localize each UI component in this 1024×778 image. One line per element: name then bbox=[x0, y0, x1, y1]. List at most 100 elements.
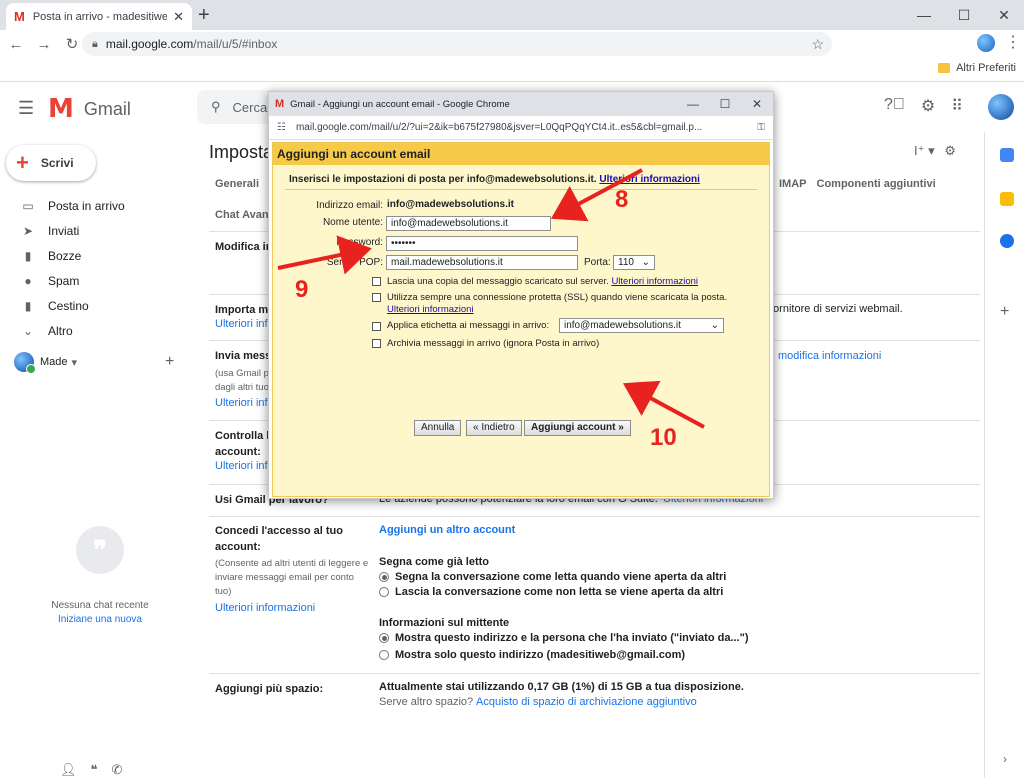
buy-storage-link[interactable]: Acquisto di spazio di archiviazione aggi… bbox=[476, 696, 697, 708]
radio-label: Mostra solo questo indirizzo (madesitiwe… bbox=[395, 649, 686, 661]
close-tab-icon[interactable]: ✕ bbox=[173, 9, 184, 25]
search-placeholder: Cerca bbox=[232, 99, 268, 115]
back-icon[interactable]: ← bbox=[4, 36, 28, 53]
compose-button[interactable]: + Scrivi bbox=[6, 145, 96, 181]
mark-read-option-1[interactable]: Segna la conversazione come letta quando… bbox=[379, 571, 726, 583]
new-tab-button[interactable]: + bbox=[198, 4, 210, 27]
sidebar-item-drafts[interactable]: ▮ Bozze bbox=[20, 249, 82, 263]
import-right-text: fornitore di servizi webmail. bbox=[770, 303, 903, 315]
phone-icon[interactable]: ✆ bbox=[112, 762, 123, 778]
account-avatar[interactable] bbox=[988, 94, 1014, 120]
address-bar[interactable]: 🔒︎ mail.google.com /mail/u/5/#inbox ☆ bbox=[82, 32, 832, 56]
bookmark-folder-label: Altri Preferiti bbox=[956, 62, 1016, 74]
tab-imap[interactable]: IMAP bbox=[779, 178, 807, 190]
contacts-icon[interactable]: 👤︎ bbox=[60, 762, 77, 778]
main-menu-icon[interactable]: ☰ bbox=[18, 98, 34, 119]
popup-intro-link[interactable]: Ulteriori informazioni bbox=[599, 174, 700, 185]
popup-url-bar[interactable]: ☷ mail.google.com/mail/u/2/?ui=2&ik=b675… bbox=[269, 116, 773, 140]
cancel-button[interactable]: Annulla bbox=[414, 420, 462, 436]
radio-label: Segna la conversazione come letta quando… bbox=[395, 571, 727, 583]
tab-addons[interactable]: Componenti aggiuntivi bbox=[817, 178, 936, 190]
edit-info-link[interactable]: modifica informazioni bbox=[778, 350, 881, 362]
minimize-button[interactable]: — bbox=[904, 0, 944, 30]
back-button[interactable]: « Indietro bbox=[466, 420, 522, 436]
email-value: info@madewebsolutions.it bbox=[387, 199, 514, 210]
ssl-option[interactable]: Utilizza sempre una connessione protetta… bbox=[372, 292, 762, 316]
apply-label-text: Applica etichetta ai messaggi in arrivo: bbox=[387, 320, 550, 331]
profile-avatar[interactable] bbox=[977, 34, 995, 52]
apps-grid-icon[interactable]: ⠿ bbox=[951, 96, 963, 116]
tab-general[interactable]: Generali bbox=[215, 178, 259, 190]
sidebar-item-spam[interactable]: ● Spam bbox=[20, 274, 79, 288]
popup-url: mail.google.com/mail/u/2/?ui=2&ik=b675f2… bbox=[295, 122, 703, 133]
search-input[interactable]: ⚲ Cerca bbox=[197, 90, 277, 124]
sidebar-item-trash[interactable]: ▮ Cestino bbox=[20, 299, 89, 313]
compose-plus-icon: + bbox=[16, 150, 29, 175]
gmail-m-icon: M bbox=[48, 94, 74, 124]
gmail-favicon-icon: M bbox=[275, 98, 285, 110]
leave-copy-option[interactable]: Lascia una copia del messaggio scaricato… bbox=[372, 276, 762, 288]
checkbox-icon[interactable] bbox=[372, 339, 381, 348]
hangouts-icon[interactable]: ❝ bbox=[91, 762, 98, 778]
browser-tab[interactable]: M Posta in arrivo - madesitiweb@gmail.co… bbox=[6, 3, 192, 30]
password-label: Password: bbox=[336, 237, 383, 248]
step-10-number: 10 bbox=[650, 424, 677, 451]
start-chat-link[interactable]: Iniziane una nuova bbox=[0, 614, 200, 625]
calendar-icon[interactable] bbox=[1000, 148, 1014, 162]
settings-tools: I⁺ ▾ ⚙ bbox=[914, 143, 956, 159]
mark-read-option-2[interactable]: Lascia la conversazione come non letta s… bbox=[379, 586, 723, 598]
reload-icon[interactable]: ↻ bbox=[60, 35, 84, 53]
check-mail-label2: account: bbox=[215, 446, 261, 458]
chevron-right-icon[interactable]: › bbox=[1003, 752, 1007, 766]
site-settings-icon[interactable]: ☷ bbox=[277, 122, 286, 133]
password-field[interactable]: ••••••• bbox=[386, 236, 578, 251]
popup-minimize-button[interactable]: — bbox=[677, 92, 709, 116]
sender-option-1[interactable]: Mostra questo indirizzo e la persona che… bbox=[379, 632, 749, 644]
gmail-favicon-icon: M bbox=[14, 9, 25, 24]
leave-copy-info-link[interactable]: Ulteriori informazioni bbox=[611, 276, 698, 287]
header-icons: ?⃝ ⚙ ⠿ bbox=[884, 96, 963, 116]
storage-question: Serve altro spazio? bbox=[379, 696, 474, 708]
sidebar-item-more[interactable]: ⌄ Altro bbox=[20, 324, 73, 338]
radio-selected-icon bbox=[379, 633, 389, 643]
popup-maximize-button[interactable]: ☐ bbox=[709, 92, 741, 116]
lock-icon: 🔒︎ bbox=[92, 37, 98, 50]
maximize-button[interactable]: ☐ bbox=[944, 0, 984, 30]
checkbox-icon[interactable] bbox=[372, 277, 381, 286]
sidebar-item-sent[interactable]: ➤ Inviati bbox=[20, 224, 79, 238]
browser-menu-icon[interactable]: ⋮ bbox=[1005, 32, 1021, 52]
bookmark-star-icon[interactable]: ☆ bbox=[811, 36, 824, 53]
sidebar-item-inbox[interactable]: ▭ Posta in arrivo bbox=[20, 199, 124, 213]
help-icon[interactable]: ?⃝ bbox=[884, 96, 905, 116]
sender-option-2[interactable]: Mostra solo questo indirizzo (madesitiwe… bbox=[379, 649, 685, 661]
archive-option[interactable]: Archivia messaggi in arrivo (ignora Post… bbox=[372, 338, 762, 350]
ssl-info-link[interactable]: Ulteriori informazioni bbox=[387, 304, 474, 315]
port-select[interactable]: 110 ⌄ bbox=[613, 255, 655, 270]
add-another-account-link[interactable]: Aggiungi un altro account bbox=[379, 524, 515, 536]
settings-gear-icon[interactable]: ⚙ bbox=[944, 143, 956, 158]
tasks-icon[interactable] bbox=[1000, 234, 1014, 248]
grant-access-sub3: tuo) bbox=[215, 586, 232, 597]
add-chat-icon[interactable]: + bbox=[165, 353, 174, 371]
popup-close-button[interactable]: ✕ bbox=[741, 92, 773, 116]
close-window-button[interactable]: ✕ bbox=[984, 0, 1024, 30]
keep-icon[interactable] bbox=[1000, 192, 1014, 206]
add-account-button[interactable]: Aggiungi account » bbox=[524, 420, 631, 436]
url-path: /mail/u/5/#inbox bbox=[193, 37, 278, 51]
grant-access-sub2: inviare messaggi email per conto bbox=[215, 572, 354, 583]
send-icon: ➤ bbox=[22, 224, 34, 238]
username-field[interactable]: info@madewebsolutions.it bbox=[386, 216, 551, 231]
label-select[interactable]: info@madewebsolutions.it ⌄ bbox=[559, 318, 724, 333]
bookmark-folder[interactable]: Altri Preferiti bbox=[938, 62, 1016, 74]
grant-access-info-link[interactable]: Ulteriori informazioni bbox=[215, 602, 315, 614]
forward-icon[interactable]: → bbox=[32, 36, 56, 53]
add-addon-icon[interactable]: + bbox=[1000, 303, 1009, 321]
checkbox-icon[interactable] bbox=[372, 293, 381, 302]
gmail-logo[interactable]: M Gmail bbox=[48, 94, 131, 124]
password-key-icon[interactable]: ⚿ bbox=[757, 122, 765, 133]
hangouts-account[interactable]: Made ▾ bbox=[14, 352, 77, 374]
checkbox-icon[interactable] bbox=[372, 321, 381, 331]
pop-server-field[interactable]: mail.madewebsolutions.it bbox=[386, 255, 578, 270]
gear-icon[interactable]: ⚙ bbox=[921, 96, 935, 116]
input-tools-icon[interactable]: I⁺ ▾ bbox=[914, 143, 935, 158]
